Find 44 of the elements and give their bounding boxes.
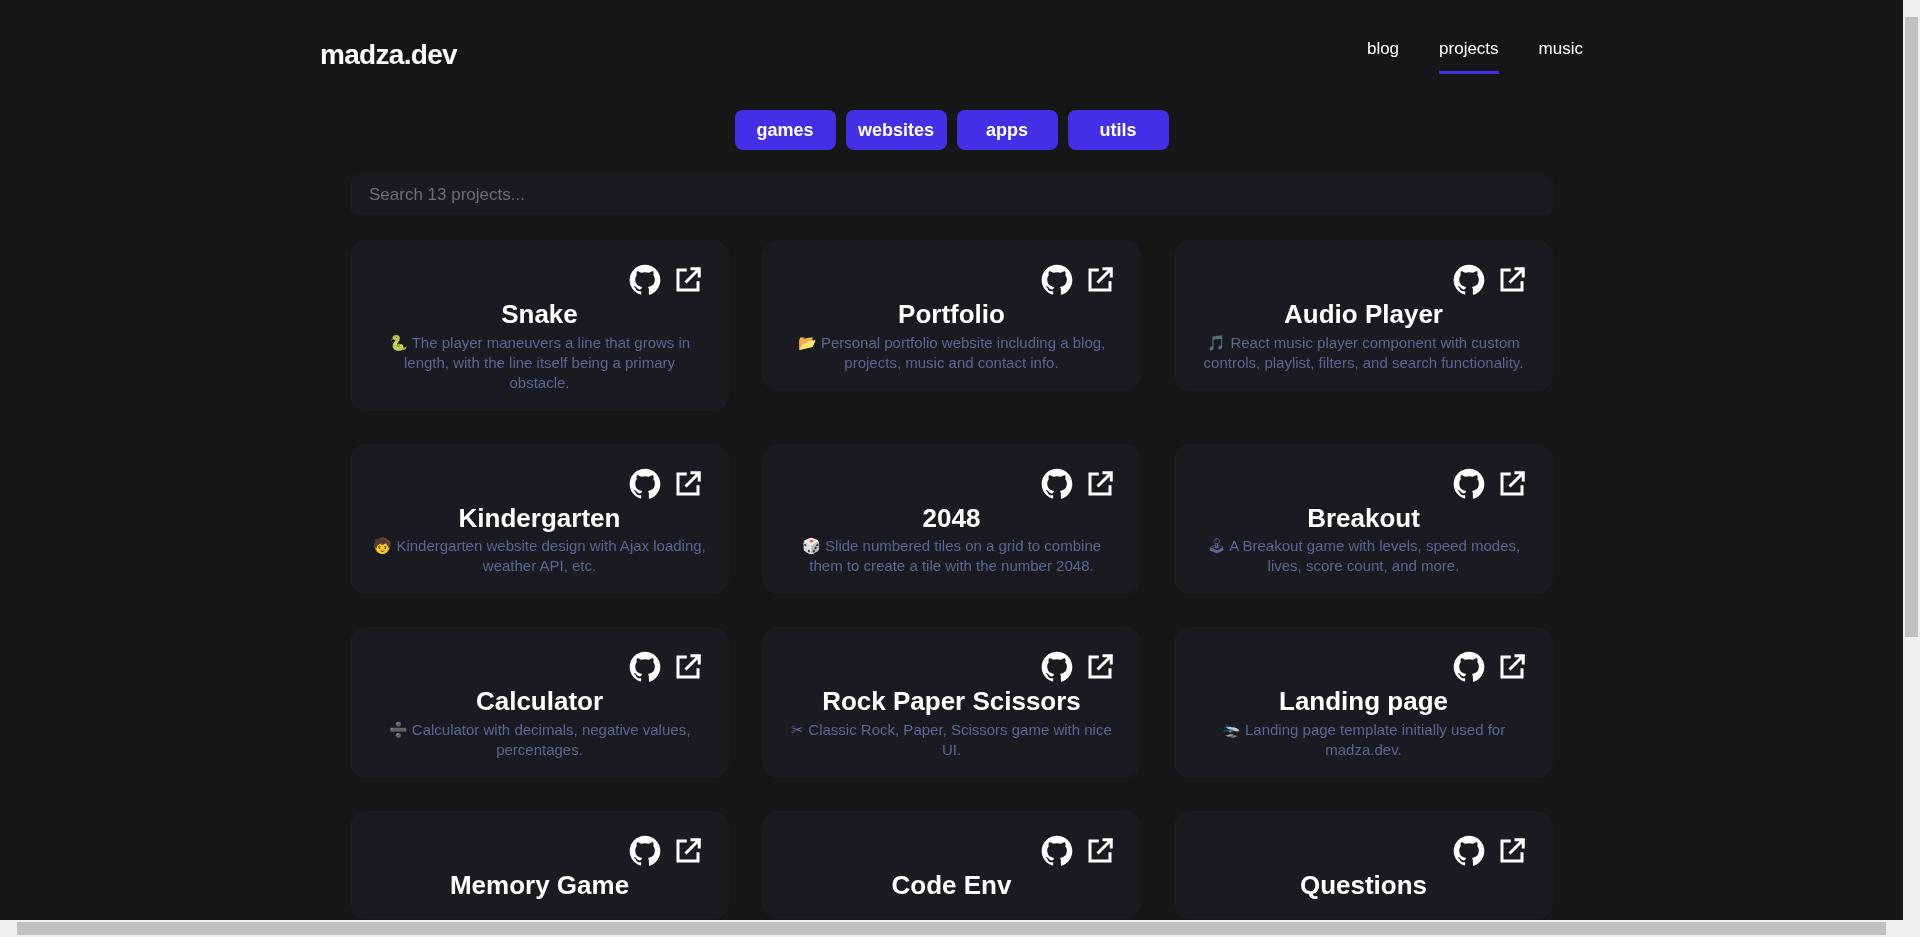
horizontal-scrollbar[interactable] — [0, 920, 1903, 937]
project-title: Calculator — [475, 685, 604, 718]
filter-button[interactable]: utils — [1067, 110, 1169, 150]
nav-link[interactable]: music — [1538, 35, 1583, 75]
project-title: Breakout — [1307, 501, 1420, 534]
site-logo[interactable]: madza.dev — [320, 34, 457, 76]
nav-link[interactable]: projects — [1439, 35, 1499, 75]
github-icon[interactable] — [1453, 467, 1485, 500]
vertical-scrollbar[interactable] — [1903, 0, 1920, 937]
project-title: Snake — [501, 298, 578, 331]
github-icon[interactable] — [1453, 834, 1485, 867]
filter-button[interactable]: apps — [956, 110, 1058, 150]
project-description: ➗ Calculator with decimals, negative values, percentages. — [387, 719, 692, 760]
github-icon[interactable] — [629, 834, 661, 867]
project-title: Landing page — [1279, 685, 1448, 718]
github-icon[interactable] — [1041, 467, 1073, 500]
nav-link[interactable]: blog — [1366, 35, 1400, 75]
project-description: 🎲 Slide numbered tiles on a grid to combine them to create a tile with the number 2048. — [800, 536, 1103, 576]
project-description: ✂ Classic Rock, Paper, Scissors game with nice UI. — [790, 719, 1113, 760]
project-description: 🎵 React music player component with custom controls, playlist, filters, and search functionality. — [1202, 332, 1525, 373]
github-icon[interactable] — [1041, 834, 1073, 867]
github-icon[interactable] — [1453, 651, 1485, 683]
project-description: 🛬 Landing page template initially used for madza.dev. — [1220, 719, 1507, 760]
filter-button[interactable]: websites — [845, 110, 947, 150]
project-title: Audio Player — [1284, 298, 1443, 331]
project-title: Memory Game — [449, 868, 630, 901]
project-title: Rock Paper Scissors — [822, 685, 1081, 718]
project-description: 🧒 Kindergarten website design with Ajax loading, weather API, etc. — [372, 536, 707, 576]
github-icon[interactable] — [629, 467, 661, 500]
search-field[interactable]: Search 13 projects... — [350, 175, 1553, 215]
github-icon[interactable] — [629, 651, 661, 683]
github-icon[interactable] — [1041, 651, 1073, 683]
github-icon[interactable] — [629, 264, 661, 296]
project-title: Portfolio — [898, 298, 1005, 331]
github-icon[interactable] — [1041, 264, 1073, 296]
project-title: Questions — [1299, 868, 1428, 901]
project-description: 🐍 The player maneuvers a line that grows in length, with the line itself being a primary obstacle. — [387, 332, 692, 393]
project-title: Kindergarten — [458, 501, 621, 534]
project-title: Code Env — [891, 868, 1012, 901]
project-description: 🕹 A Breakout game with levels, speed modes, lives, score count, and more. — [1205, 536, 1522, 576]
github-icon[interactable] — [1453, 264, 1485, 296]
filter-button[interactable]: games — [734, 110, 836, 150]
project-title: 2048 — [922, 501, 981, 534]
project-description: 📂 Personal portfolio website including a blog, projects, music and contact info. — [796, 332, 1107, 373]
